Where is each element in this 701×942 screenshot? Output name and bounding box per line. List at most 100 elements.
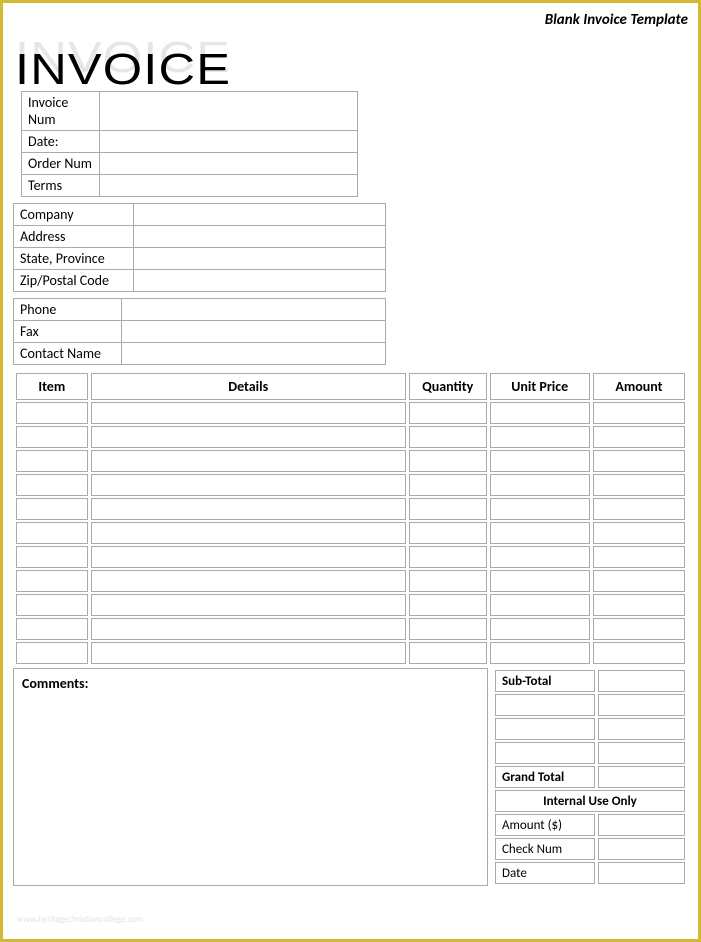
line-item-item-field[interactable] xyxy=(16,594,88,616)
line-item-quantity-field[interactable] xyxy=(409,474,487,496)
table-row: Date xyxy=(495,862,685,884)
address-field[interactable] xyxy=(134,226,386,248)
line-item-details-field[interactable] xyxy=(91,570,406,592)
table-row: Grand Total xyxy=(495,766,685,788)
line-item-amount-field[interactable] xyxy=(593,522,685,544)
table-row: State, Province xyxy=(14,248,386,270)
line-item-unit_price-field[interactable] xyxy=(490,546,590,568)
line-item-amount-field[interactable] xyxy=(593,450,685,472)
line-item-unit_price-field[interactable] xyxy=(490,570,590,592)
line-item-row xyxy=(16,426,685,448)
line-item-amount-field[interactable] xyxy=(593,426,685,448)
amount-field[interactable] xyxy=(598,814,685,836)
table-row: Amount ($) xyxy=(495,814,685,836)
line-item-row xyxy=(16,474,685,496)
line-item-amount-field[interactable] xyxy=(593,642,685,664)
line-item-amount-field[interactable] xyxy=(593,474,685,496)
line-item-amount-field[interactable] xyxy=(593,570,685,592)
invoice-num-field[interactable] xyxy=(100,92,358,131)
zip-field[interactable] xyxy=(134,270,386,292)
col-header-item: Item xyxy=(16,373,88,400)
contact-name-field[interactable] xyxy=(122,343,386,365)
line-item-item-field[interactable] xyxy=(16,570,88,592)
fax-field[interactable] xyxy=(122,321,386,343)
line-item-amount-field[interactable] xyxy=(593,618,685,640)
line-item-item-field[interactable] xyxy=(16,402,88,424)
line-item-item-field[interactable] xyxy=(16,642,88,664)
line-item-unit_price-field[interactable] xyxy=(490,594,590,616)
line-item-details-field[interactable] xyxy=(91,546,406,568)
blank-label[interactable] xyxy=(495,742,595,764)
line-item-quantity-field[interactable] xyxy=(409,642,487,664)
grandtotal-field[interactable] xyxy=(598,766,685,788)
line-item-unit_price-field[interactable] xyxy=(490,522,590,544)
date-field[interactable] xyxy=(100,131,358,153)
comments-label: Comments: xyxy=(22,675,88,692)
order-num-field[interactable] xyxy=(100,153,358,175)
line-item-quantity-field[interactable] xyxy=(409,426,487,448)
line-item-unit_price-field[interactable] xyxy=(490,618,590,640)
watermark-text: www.heritagechristiancollege.com xyxy=(17,914,143,925)
line-item-item-field[interactable] xyxy=(16,498,88,520)
line-item-details-field[interactable] xyxy=(91,498,406,520)
line-item-unit_price-field[interactable] xyxy=(490,450,590,472)
phone-field[interactable] xyxy=(122,299,386,321)
line-item-quantity-field[interactable] xyxy=(409,522,487,544)
line-item-item-field[interactable] xyxy=(16,474,88,496)
blank-label[interactable] xyxy=(495,718,595,740)
line-item-unit_price-field[interactable] xyxy=(490,402,590,424)
line-item-quantity-field[interactable] xyxy=(409,594,487,616)
fax-label: Fax xyxy=(14,321,122,343)
state-field[interactable] xyxy=(134,248,386,270)
line-item-quantity-field[interactable] xyxy=(409,570,487,592)
line-item-details-field[interactable] xyxy=(91,474,406,496)
line-item-details-field[interactable] xyxy=(91,618,406,640)
line-item-details-field[interactable] xyxy=(91,594,406,616)
blank-field[interactable] xyxy=(598,742,685,764)
line-item-unit_price-field[interactable] xyxy=(490,474,590,496)
terms-field[interactable] xyxy=(100,175,358,197)
line-item-quantity-field[interactable] xyxy=(409,450,487,472)
zip-label: Zip/Postal Code xyxy=(14,270,134,292)
line-item-item-field[interactable] xyxy=(16,522,88,544)
line-item-item-field[interactable] xyxy=(16,426,88,448)
line-item-unit_price-field[interactable] xyxy=(490,426,590,448)
line-item-amount-field[interactable] xyxy=(593,498,685,520)
line-item-quantity-field[interactable] xyxy=(409,402,487,424)
line-item-details-field[interactable] xyxy=(91,402,406,424)
line-item-details-field[interactable] xyxy=(91,450,406,472)
line-item-row xyxy=(16,402,685,424)
line-item-unit_price-field[interactable] xyxy=(490,498,590,520)
line-item-quantity-field[interactable] xyxy=(409,546,487,568)
line-item-details-field[interactable] xyxy=(91,426,406,448)
line-item-quantity-field[interactable] xyxy=(409,618,487,640)
check-num-field[interactable] xyxy=(598,838,685,860)
table-row: Address xyxy=(14,226,386,248)
line-items-table: Item Details Quantity Unit Price Amount xyxy=(13,371,688,666)
line-item-item-field[interactable] xyxy=(16,546,88,568)
blank-label[interactable] xyxy=(495,694,595,716)
line-item-details-field[interactable] xyxy=(91,522,406,544)
comments-box[interactable]: Comments: xyxy=(13,668,488,886)
line-item-item-field[interactable] xyxy=(16,618,88,640)
invoice-num-label: Invoice Num xyxy=(22,92,100,131)
line-item-row xyxy=(16,618,685,640)
table-row: Date: xyxy=(22,131,358,153)
company-field[interactable] xyxy=(134,204,386,226)
table-row: Check Num xyxy=(495,838,685,860)
amount-label: Amount ($) xyxy=(495,814,595,836)
line-item-unit_price-field[interactable] xyxy=(490,642,590,664)
line-item-item-field[interactable] xyxy=(16,450,88,472)
blank-field[interactable] xyxy=(598,694,685,716)
internal-use-header: Internal Use Only xyxy=(495,790,685,812)
internal-date-field[interactable] xyxy=(598,862,685,884)
line-item-amount-field[interactable] xyxy=(593,594,685,616)
blank-field[interactable] xyxy=(598,718,685,740)
check-num-label: Check Num xyxy=(495,838,595,860)
line-item-amount-field[interactable] xyxy=(593,546,685,568)
line-item-amount-field[interactable] xyxy=(593,402,685,424)
line-item-details-field[interactable] xyxy=(91,642,406,664)
subtotal-field[interactable] xyxy=(598,670,685,692)
line-item-quantity-field[interactable] xyxy=(409,498,487,520)
table-row: Sub-Total xyxy=(495,670,685,692)
